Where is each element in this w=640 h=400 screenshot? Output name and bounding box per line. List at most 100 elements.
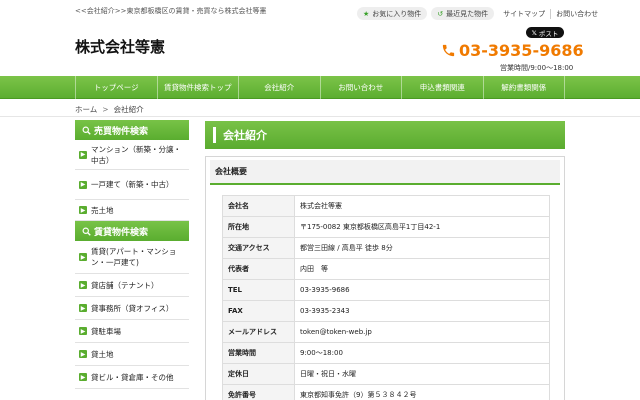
row-value: 内田 等 bbox=[294, 258, 550, 280]
table-row: FAX 03-3935-2343 bbox=[222, 300, 550, 322]
x-post-button[interactable]: 𝕏 ポスト bbox=[526, 27, 564, 38]
chevron-right-icon: ▶ bbox=[79, 281, 87, 289]
nav-item-company[interactable]: 会社紹介 bbox=[238, 76, 320, 99]
row-value: 株式会社等憲 bbox=[294, 195, 550, 217]
row-value: 東京都知事免許（9）第５３８４２号 bbox=[294, 384, 550, 400]
sidebar-item-sale-land[interactable]: ▶ 売土地 bbox=[75, 200, 189, 221]
sidebar-item-rent-shop[interactable]: ▶ 貸店舗（テナント） bbox=[75, 274, 189, 297]
rent-search-heading-text: 賃貸物件検索 bbox=[94, 227, 149, 238]
sidebar-item-sale-house[interactable]: ▶ 一戸建て（新築・中古） bbox=[75, 170, 189, 200]
sidebar-item-rent-office[interactable]: ▶ 貸事務所（貸オフィス） bbox=[75, 297, 189, 320]
sale-search-heading-text: 売買物件検索 bbox=[94, 126, 149, 137]
table-row: 会社名 株式会社等憲 bbox=[222, 195, 550, 217]
x-post-label: ポスト bbox=[538, 29, 559, 38]
sidebar-item-label: 貸土地 bbox=[91, 349, 114, 359]
nav-item-application-docs[interactable]: 申込書類関連 bbox=[401, 76, 483, 99]
breadcrumb-home[interactable]: ホーム bbox=[75, 105, 97, 114]
nav-item-rent-search[interactable]: 賃貸物件検索トップ bbox=[156, 76, 239, 99]
row-label: 交通アクセス bbox=[222, 237, 295, 259]
table-row: 交通アクセス 都営三田線 / 高島平 徒歩 8分 bbox=[222, 237, 550, 259]
contact-link[interactable]: お問い合わせ bbox=[550, 8, 603, 19]
star-icon: ★ bbox=[363, 9, 370, 18]
sitemap-link[interactable]: サイトマップ bbox=[498, 9, 550, 19]
sidebar: 売買物件検索 ▶ マンション（新築・分譲・中古） ▶ 一戸建て（新築・中古） ▶ 売土… bbox=[75, 120, 189, 389]
chevron-right-icon: ▶ bbox=[79, 206, 87, 214]
table-row: 所在地 〒175-0082 東京都板橋区高島平1丁目42-1 bbox=[222, 216, 550, 238]
table-row: 定休日 日曜・祝日・水曜 bbox=[222, 363, 550, 385]
row-value: 都営三田線 / 高島平 徒歩 8分 bbox=[294, 237, 550, 259]
sidebar-item-label: 一戸建て（新築・中古） bbox=[91, 180, 174, 189]
phone-icon bbox=[442, 44, 455, 57]
search-icon bbox=[82, 227, 91, 236]
breadcrumb-separator: > bbox=[102, 105, 109, 114]
chevron-right-icon: ▶ bbox=[79, 327, 87, 335]
site-logo[interactable]: 株式会社等憲 bbox=[75, 36, 165, 57]
chevron-right-icon: ▶ bbox=[79, 150, 87, 159]
company-info-table: 会社名 株式会社等憲 所在地 〒175-0082 東京都板橋区高島平1丁目42-1 交通… bbox=[222, 195, 550, 400]
recent-label: 最近見た物件 bbox=[446, 9, 489, 18]
table-row: TEL 03-3935-9686 bbox=[222, 279, 550, 301]
phone-number[interactable]: 03-3935-9686 bbox=[441, 41, 584, 60]
nav-item-contact[interactable]: お問い合わせ bbox=[319, 76, 402, 99]
title-accent-bar bbox=[213, 127, 216, 143]
breadcrumb-divider bbox=[0, 116, 640, 117]
row-label: TEL bbox=[222, 279, 295, 301]
section-heading: 会社概要 bbox=[210, 160, 560, 185]
phone-text: 03-3935-9686 bbox=[459, 41, 584, 60]
main-content: 会社紹介 会社概要 会社名 株式会社等憲 所在地 〒175-0082 東京都板橋区高島… bbox=[205, 121, 565, 400]
row-label: 所在地 bbox=[222, 216, 295, 238]
search-icon bbox=[82, 126, 91, 135]
x-logo-icon: 𝕏 bbox=[531, 28, 537, 37]
table-row: 免許番号 東京都知事免許（9）第５３８４２号 bbox=[222, 384, 550, 400]
sidebar-item-label: 貸駐車場 bbox=[91, 326, 121, 336]
row-value: 9:00～18:00 bbox=[294, 342, 550, 364]
site-tagline: <<会社紹介>>東京都板橋区の賃貸・売買なら株式会社等憲 bbox=[75, 7, 267, 15]
row-label: FAX bbox=[222, 300, 295, 322]
sidebar-item-label: 売土地 bbox=[91, 205, 114, 215]
sidebar-item-label: 貸店舗（テナント） bbox=[91, 280, 159, 290]
row-value: 03-3935-2343 bbox=[294, 300, 550, 322]
page-title-text: 会社紹介 bbox=[223, 129, 267, 142]
row-value: 日曜・祝日・水曜 bbox=[294, 363, 550, 385]
business-hours: 営業時間/9:00～18:00 bbox=[500, 64, 574, 72]
breadcrumb: ホーム > 会社紹介 bbox=[75, 104, 144, 115]
chevron-right-icon: ▶ bbox=[79, 350, 87, 358]
utility-bar: ★ お気に入り物件 ↺ 最近見た物件 サイトマップ お問い合わせ bbox=[357, 7, 603, 20]
sidebar-item-label: 貸事務所（貸オフィス） bbox=[91, 303, 174, 313]
table-row: メールアドレス token@token-web.jp bbox=[222, 321, 550, 343]
company-overview-panel: 会社概要 会社名 株式会社等憲 所在地 〒175-0082 東京都板橋区高島平1丁目4… bbox=[205, 156, 565, 400]
nav-item-cancellation-docs[interactable]: 解約書類関係 bbox=[482, 76, 565, 99]
recent-button[interactable]: ↺ 最近見た物件 bbox=[431, 7, 495, 20]
sale-search-heading: 売買物件検索 bbox=[75, 120, 189, 140]
nav-item-top[interactable]: トップページ bbox=[75, 76, 157, 99]
table-row: 代表者 内田 等 bbox=[222, 258, 550, 280]
table-row: 営業時間 9:00～18:00 bbox=[222, 342, 550, 364]
chevron-right-icon: ▶ bbox=[79, 253, 87, 261]
chevron-right-icon: ▶ bbox=[79, 180, 87, 189]
row-label: メールアドレス bbox=[222, 321, 295, 343]
sidebar-item-rent-land[interactable]: ▶ 貸土地 bbox=[75, 343, 189, 366]
sidebar-item-label: 賃貸(アパート・マンション・一戸建て) bbox=[91, 247, 177, 267]
favorites-button[interactable]: ★ お気に入り物件 bbox=[357, 7, 428, 20]
favorites-label: お気に入り物件 bbox=[372, 9, 422, 18]
row-value: 03-3935-9686 bbox=[294, 279, 550, 301]
chevron-right-icon: ▶ bbox=[79, 373, 87, 381]
row-label: 会社名 bbox=[222, 195, 295, 217]
sidebar-item-rent-other[interactable]: ▶ 貸ビル・貸倉庫・その他 bbox=[75, 366, 189, 389]
chevron-right-icon: ▶ bbox=[79, 304, 87, 312]
page-title: 会社紹介 bbox=[205, 121, 565, 149]
sidebar-item-sale-mansion[interactable]: ▶ マンション（新築・分譲・中古） bbox=[75, 140, 189, 170]
row-value: 〒175-0082 東京都板橋区高島平1丁目42-1 bbox=[294, 216, 550, 238]
sidebar-item-label: マンション（新築・分譲・中古） bbox=[91, 144, 181, 165]
rent-search-heading: 賃貸物件検索 bbox=[75, 221, 189, 241]
row-label: 代表者 bbox=[222, 258, 295, 280]
sidebar-item-rent-residence[interactable]: ▶ 賃貸(アパート・マンション・一戸建て) bbox=[75, 241, 189, 274]
sidebar-item-rent-parking[interactable]: ▶ 貸駐車場 bbox=[75, 320, 189, 343]
breadcrumb-current: 会社紹介 bbox=[113, 105, 144, 114]
global-nav: トップページ 賃貸物件検索トップ 会社紹介 お問い合わせ 申込書類関連 解約書類… bbox=[0, 76, 640, 99]
row-label: 免許番号 bbox=[222, 384, 295, 400]
row-label: 営業時間 bbox=[222, 342, 295, 364]
row-value: token@token-web.jp bbox=[294, 321, 550, 343]
row-label: 定休日 bbox=[222, 363, 295, 385]
history-icon: ↺ bbox=[437, 9, 444, 18]
